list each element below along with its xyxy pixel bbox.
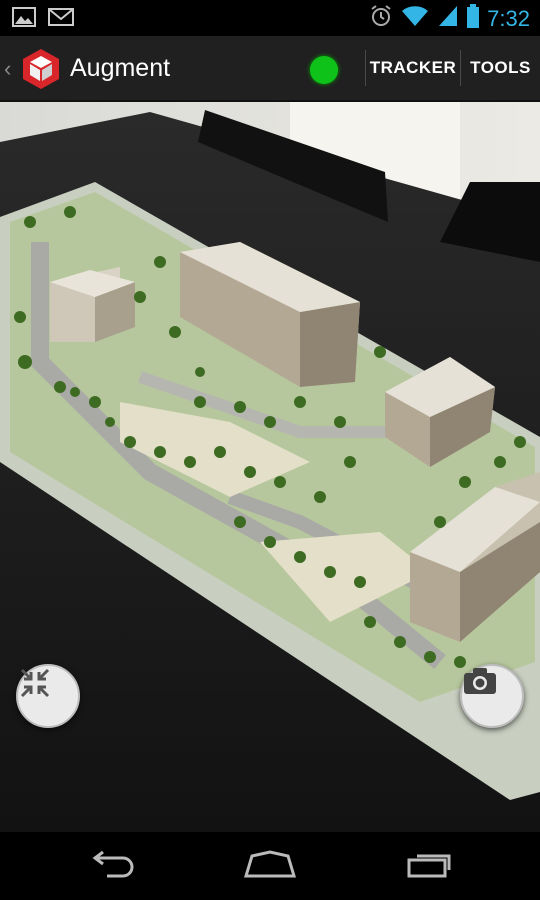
- up-navigation-icon[interactable]: ‹: [4, 56, 11, 82]
- status-bar: 7:32: [0, 0, 540, 36]
- recent-apps-icon: [405, 850, 455, 883]
- action-bar: ‹ Augment TRACKER TOOLS: [0, 36, 540, 102]
- system-navigation-bar: [0, 832, 540, 900]
- collapse-button[interactable]: [16, 664, 80, 728]
- home-button[interactable]: [240, 848, 300, 884]
- ar-scene: [0, 102, 540, 832]
- wifi-icon: [401, 4, 429, 33]
- app-title: Augment: [70, 54, 171, 82]
- tracker-button[interactable]: TRACKER: [366, 36, 460, 100]
- gmail-icon: [48, 6, 74, 33]
- tools-button[interactable]: TOOLS: [461, 36, 540, 100]
- status-clock: 7:32: [487, 5, 530, 31]
- ar-camera-view[interactable]: [0, 102, 540, 832]
- augment-logo-icon[interactable]: [20, 48, 62, 90]
- back-button[interactable]: [82, 848, 142, 884]
- capture-photo-button[interactable]: [460, 664, 524, 728]
- gallery-icon: [12, 6, 36, 33]
- signal-icon: [437, 4, 459, 33]
- tracking-status-indicator: [310, 56, 338, 84]
- home-icon: [242, 849, 298, 883]
- back-icon: [87, 850, 137, 883]
- battery-icon: [467, 4, 480, 33]
- recent-apps-button[interactable]: [400, 848, 460, 884]
- alarm-icon: [369, 4, 393, 33]
